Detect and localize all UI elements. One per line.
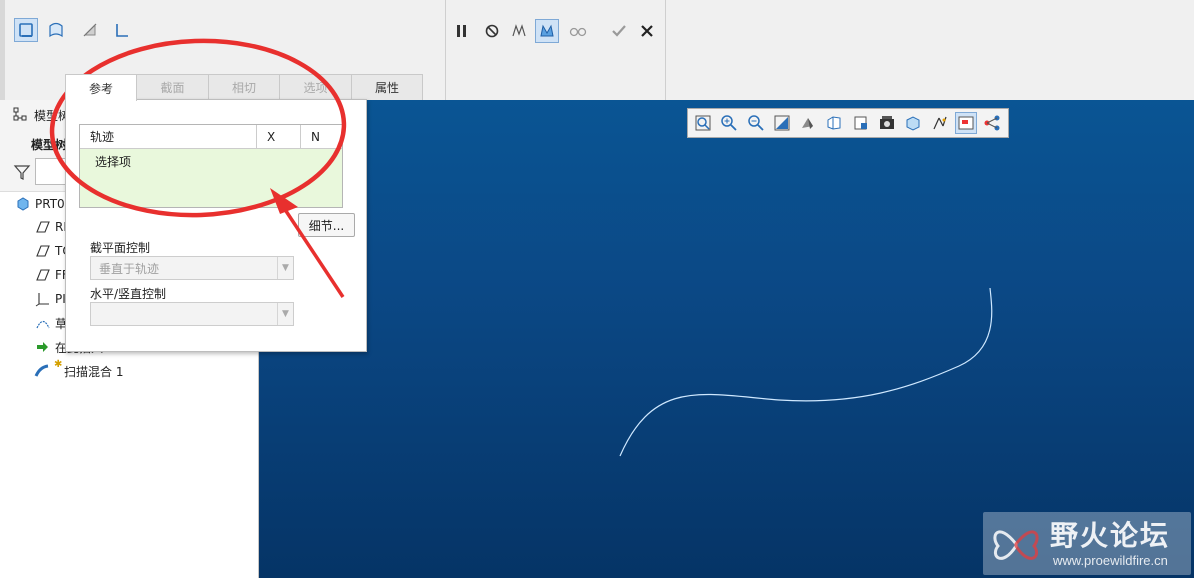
filter-icon[interactable]	[13, 163, 31, 181]
tree-item-label: PRT0	[35, 197, 65, 211]
saved-orientations-icon[interactable]	[823, 112, 845, 134]
camera-icon[interactable]	[876, 112, 898, 134]
model-tree-icon[interactable]	[13, 107, 27, 121]
preview-icon[interactable]	[507, 19, 531, 43]
watermark-url: www.proewildfire.cn	[1053, 553, 1168, 568]
tab-options[interactable]: 选项	[279, 74, 352, 100]
tab-sections[interactable]: 截面	[136, 74, 209, 100]
tab-references[interactable]: 参考	[65, 74, 137, 101]
collector-placeholder: 选择项	[95, 155, 132, 169]
chevron-down-icon: ▼	[277, 303, 293, 325]
repaint-icon[interactable]	[771, 112, 793, 134]
trajectory-curve[interactable]	[259, 100, 1194, 578]
section-plane-control-label: 截平面控制	[90, 241, 151, 255]
section-plane-control-select[interactable]: 垂直于轨迹 ▼	[90, 256, 294, 280]
tree-item-sweep-blend[interactable]: ✱ 扫描混合 1	[34, 359, 124, 381]
column-x: X	[257, 125, 301, 148]
horizontal-vertical-control-select[interactable]: ▼	[90, 302, 294, 326]
forum-watermark: 野火论坛 www.proewildfire.cn	[983, 512, 1191, 575]
details-button[interactable]: 细节...	[298, 213, 355, 237]
ok-check-icon[interactable]	[607, 19, 631, 43]
no-preview-icon[interactable]	[480, 19, 504, 43]
spin-center-icon[interactable]	[981, 112, 1003, 134]
ribbon-separator	[665, 0, 666, 100]
insert-here-icon	[37, 342, 48, 352]
display-style-icon[interactable]	[797, 112, 819, 134]
section-plane-control-value: 垂直于轨迹	[99, 261, 160, 276]
tree-item-part[interactable]: PRT0	[17, 194, 65, 214]
solid-icon[interactable]	[14, 18, 38, 42]
column-trajectory: 轨迹	[80, 125, 257, 148]
ribbon-separator	[445, 0, 446, 100]
datum-plane-icon	[36, 269, 50, 281]
datum-plane-icon	[36, 221, 50, 233]
horizontal-vertical-control-label: 水平/竖直控制	[90, 287, 167, 301]
cancel-x-icon[interactable]	[635, 19, 659, 43]
datum-plane-icon	[36, 245, 50, 257]
graphics-toolbar	[687, 108, 1009, 138]
watermark-title: 野火论坛	[1050, 519, 1171, 552]
zoom-out-icon[interactable]	[745, 112, 767, 134]
graphics-window[interactable]	[259, 100, 1194, 578]
part-icon	[17, 197, 29, 211]
butterfly-logo-icon	[993, 530, 1039, 560]
sweep-blend-icon	[34, 364, 49, 377]
ribbon-edge	[0, 0, 5, 100]
thicken-icon[interactable]	[110, 18, 134, 42]
tab-properties[interactable]: 属性	[351, 74, 423, 100]
perspective-icon[interactable]	[902, 112, 924, 134]
dashboard-tabs: 参考 截面 相切 选项 属性	[65, 74, 423, 101]
sketch-icon	[36, 320, 50, 329]
csys-icon	[35, 293, 49, 307]
glasses-icon[interactable]	[566, 19, 590, 43]
new-feature-star-icon: ✱	[54, 359, 63, 370]
tree-item-label: 扫描混合 1	[64, 364, 124, 379]
references-panel: 轨迹 X N 选择项 细节... 截平面控制 垂直于轨迹 ▼ 水平/竖直控制 ▼	[65, 99, 367, 352]
remove-material-icon[interactable]	[78, 18, 102, 42]
trajectory-collector[interactable]: 轨迹 X N 选择项	[79, 124, 343, 208]
annotation-display-icon[interactable]	[954, 112, 977, 134]
model-tree-section-label: 模型树	[31, 138, 68, 152]
refit-icon[interactable]	[692, 112, 714, 134]
chevron-down-icon: ▼	[277, 257, 293, 279]
collector-body[interactable]: 选择项	[80, 149, 342, 207]
verify-mode-icon[interactable]	[535, 19, 559, 43]
view-manager-icon[interactable]	[850, 112, 872, 134]
surface-icon[interactable]	[44, 18, 68, 42]
column-n: N	[311, 129, 320, 144]
collector-header: 轨迹 X N	[80, 125, 342, 149]
pause-icon[interactable]	[450, 19, 474, 43]
zoom-in-icon[interactable]	[718, 112, 740, 134]
tab-tangency[interactable]: 相切	[208, 74, 280, 100]
datum-display-icon[interactable]	[929, 112, 951, 134]
